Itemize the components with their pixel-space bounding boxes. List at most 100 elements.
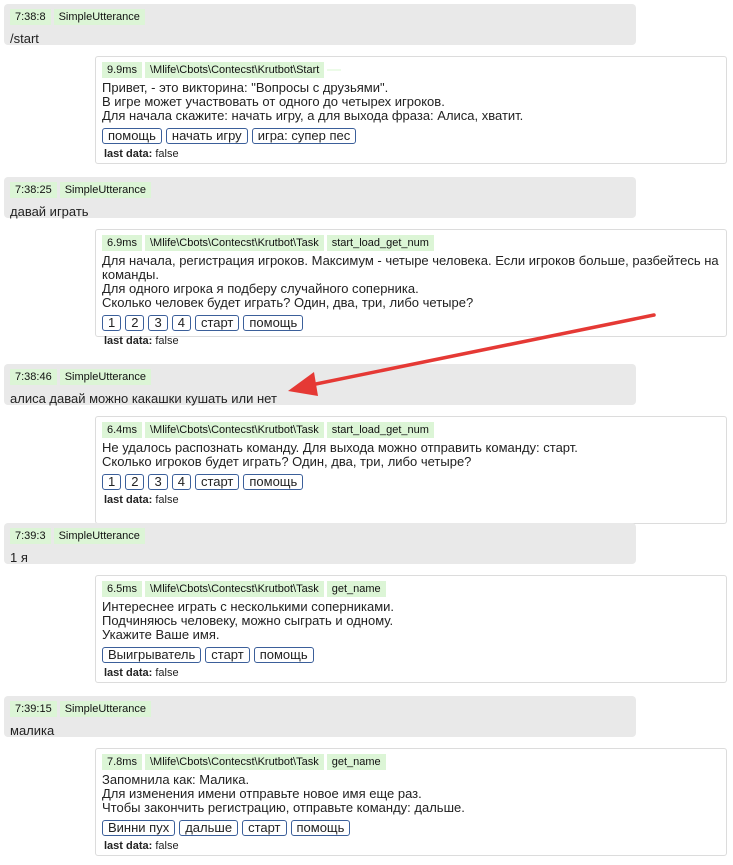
response-time: 6.4ms bbox=[102, 422, 142, 438]
last-data-label: last data: bbox=[104, 494, 153, 506]
response-text: Привет, - это викторина: "Вопросы с друз… bbox=[102, 81, 720, 123]
suggest-button[interactable]: начать игру bbox=[165, 128, 248, 144]
response-line: команды. bbox=[102, 267, 159, 282]
message-header: 7:38:25 SimpleUtterance bbox=[10, 182, 630, 198]
suggest-button[interactable]: старт bbox=[194, 315, 240, 331]
user-message: 7:39:3 SimpleUtterance 1 я bbox=[4, 523, 636, 565]
suggest-button[interactable]: 2 bbox=[125, 315, 145, 331]
user-message-text: алиса давай можно какашки кушать или нет bbox=[10, 391, 277, 406]
timestamp: 7:39:3 bbox=[10, 528, 51, 544]
last-data: last data: false bbox=[102, 148, 720, 160]
response-line: Привет, - это викторина: "Вопросы с друз… bbox=[102, 80, 389, 95]
bot-response: 6.5ms \Mlife\Cbots\Contecst\Krutbot\Task g… bbox=[95, 575, 727, 683]
last-data-label: last data: bbox=[104, 148, 153, 160]
response-header: 7.8ms \Mlife\Cbots\Contecst\Krutbot\Task g… bbox=[102, 754, 720, 770]
suggest-button[interactable]: старт bbox=[205, 647, 250, 663]
request-type: SimpleUtterance bbox=[59, 701, 152, 717]
message-header: 7:38:8 SimpleUtterance bbox=[10, 9, 630, 25]
suggest-button[interactable]: 3 bbox=[148, 315, 168, 331]
handler-state: get_name bbox=[326, 754, 386, 770]
timestamp: 7:38:25 bbox=[10, 182, 57, 198]
bot-response: 6.4ms \Mlife\Cbots\Contecst\Krutbot\Task s… bbox=[95, 416, 727, 524]
suggest-button[interactable]: 4 bbox=[171, 315, 191, 331]
last-data-label: last data: bbox=[104, 667, 153, 679]
user-message-text: малика bbox=[10, 723, 55, 738]
response-time: 9.9ms bbox=[102, 62, 142, 78]
response-header: 6.5ms \Mlife\Cbots\Contecst\Krutbot\Task g… bbox=[102, 581, 720, 597]
suggest-button[interactable]: Выигрыватель bbox=[102, 647, 202, 663]
suggest-buttons: 1 2 3 4 старт помощь bbox=[102, 474, 720, 490]
handler-state: start_load_get_num bbox=[326, 422, 434, 438]
response-header: 6.4ms \Mlife\Cbots\Contecst\Krutbot\Task s… bbox=[102, 422, 720, 438]
last-data-value: false bbox=[155, 148, 179, 160]
response-line: Для начала скажите: начать игру, а для в… bbox=[102, 108, 524, 123]
user-message: 7:38:46 SimpleUtterance алиса давай можно … bbox=[4, 364, 636, 406]
user-message-text: /start bbox=[10, 31, 39, 46]
request-type: SimpleUtterance bbox=[59, 369, 152, 385]
bot-response: 7.8ms \Mlife\Cbots\Contecst\Krutbot\Task g… bbox=[95, 748, 727, 856]
suggest-button[interactable]: 4 bbox=[171, 474, 191, 490]
suggest-button[interactable]: игра: супер пес bbox=[251, 128, 357, 144]
response-text: Не удалось распознать команду. Для выход… bbox=[102, 441, 720, 469]
response-line: В игре может участвовать от одного до че… bbox=[102, 94, 445, 109]
request-type: SimpleUtterance bbox=[53, 9, 145, 25]
message-header: 7:38:46 SimpleUtterance bbox=[10, 369, 630, 385]
response-line: Не удалось распознать команду. Для выход… bbox=[102, 440, 578, 455]
suggest-button[interactable]: 1 bbox=[102, 474, 122, 490]
last-data-value: false bbox=[155, 840, 179, 852]
timestamp: 7:38:46 bbox=[10, 369, 57, 385]
last-data: last data: false bbox=[102, 494, 720, 506]
response-line: Чтобы закончить регистрацию, отправьте к… bbox=[102, 800, 465, 815]
handler-path: \Mlife\Cbots\Contecst\Krutbot\Start bbox=[144, 62, 325, 78]
last-data-value: false bbox=[155, 335, 179, 347]
bot-response: 6.9ms \Mlife\Cbots\Contecst\Krutbot\Task s… bbox=[95, 229, 727, 347]
user-message-text: 1 я bbox=[10, 550, 28, 565]
request-type: SimpleUtterance bbox=[53, 528, 145, 544]
suggest-button[interactable]: 2 bbox=[125, 474, 145, 490]
last-data-label: last data: bbox=[104, 335, 153, 347]
last-data-label: last data: bbox=[104, 840, 153, 852]
timestamp: 7:38:8 bbox=[10, 9, 51, 25]
response-line: Для начала, регистрация игроков. Максиму… bbox=[102, 253, 719, 268]
suggest-button[interactable]: помощь bbox=[102, 128, 162, 144]
suggest-button[interactable]: помощь bbox=[243, 474, 304, 490]
handler-path: \Mlife\Cbots\Contecst\Krutbot\Task bbox=[144, 422, 324, 438]
response-time: 7.8ms bbox=[102, 754, 142, 770]
suggest-buttons: Выигрыватель старт помощь bbox=[102, 647, 720, 663]
suggest-button[interactable]: Винни пух bbox=[102, 820, 176, 836]
response-line: Для одного игрока я подберу случайного с… bbox=[102, 281, 419, 296]
bot-response: 9.9ms \Mlife\Cbots\Contecst\Krutbot\Start… bbox=[95, 56, 727, 164]
handler-state bbox=[327, 69, 342, 71]
suggest-button[interactable]: помощь bbox=[290, 820, 351, 836]
suggest-buttons: Винни пух дальше старт помощь bbox=[102, 820, 720, 836]
request-type: SimpleUtterance bbox=[59, 182, 152, 198]
handler-state: start_load_get_num bbox=[326, 235, 434, 251]
suggest-button[interactable]: 1 bbox=[102, 315, 122, 331]
response-line: Подчиняюсь человеку, можно сыграть и одн… bbox=[102, 613, 394, 628]
user-message: 7:39:15 SimpleUtterance малика bbox=[4, 696, 636, 738]
timestamp: 7:39:15 bbox=[10, 701, 57, 717]
response-line: Сколько человек будет играть? Один, два,… bbox=[102, 295, 474, 310]
response-line: Запомнила как: Малика. bbox=[102, 772, 250, 787]
suggest-button[interactable]: дальше bbox=[179, 820, 239, 836]
suggest-button[interactable]: старт bbox=[242, 820, 287, 836]
response-line: Для изменения имени отправьте новое имя … bbox=[102, 786, 422, 801]
message-header: 7:39:15 SimpleUtterance bbox=[10, 701, 630, 717]
last-data: last data: false bbox=[102, 840, 720, 852]
suggest-button[interactable]: помощь bbox=[243, 315, 304, 331]
last-data: last data: false bbox=[102, 667, 720, 679]
handler-path: \Mlife\Cbots\Contecst\Krutbot\Task bbox=[144, 754, 324, 770]
handler-path: \Mlife\Cbots\Contecst\Krutbot\Task bbox=[144, 581, 324, 597]
response-text: Запомнила как: Малика. Для изменения имен… bbox=[102, 773, 720, 815]
last-data-value: false bbox=[155, 667, 179, 679]
last-data: last data: false bbox=[102, 335, 720, 347]
suggest-buttons: 1 2 3 4 старт помощь bbox=[102, 315, 720, 331]
response-header: 9.9ms \Mlife\Cbots\Contecst\Krutbot\Start bbox=[102, 62, 720, 78]
suggest-button[interactable]: 3 bbox=[148, 474, 168, 490]
user-message: 7:38:25 SimpleUtterance давай играть bbox=[4, 177, 636, 219]
response-text: Для начала, регистрация игроков. Максиму… bbox=[102, 254, 720, 310]
response-line: Укажите Ваше имя. bbox=[102, 627, 220, 642]
handler-state: get_name bbox=[326, 581, 386, 597]
suggest-button[interactable]: старт bbox=[194, 474, 240, 490]
suggest-button[interactable]: помощь bbox=[253, 647, 314, 663]
